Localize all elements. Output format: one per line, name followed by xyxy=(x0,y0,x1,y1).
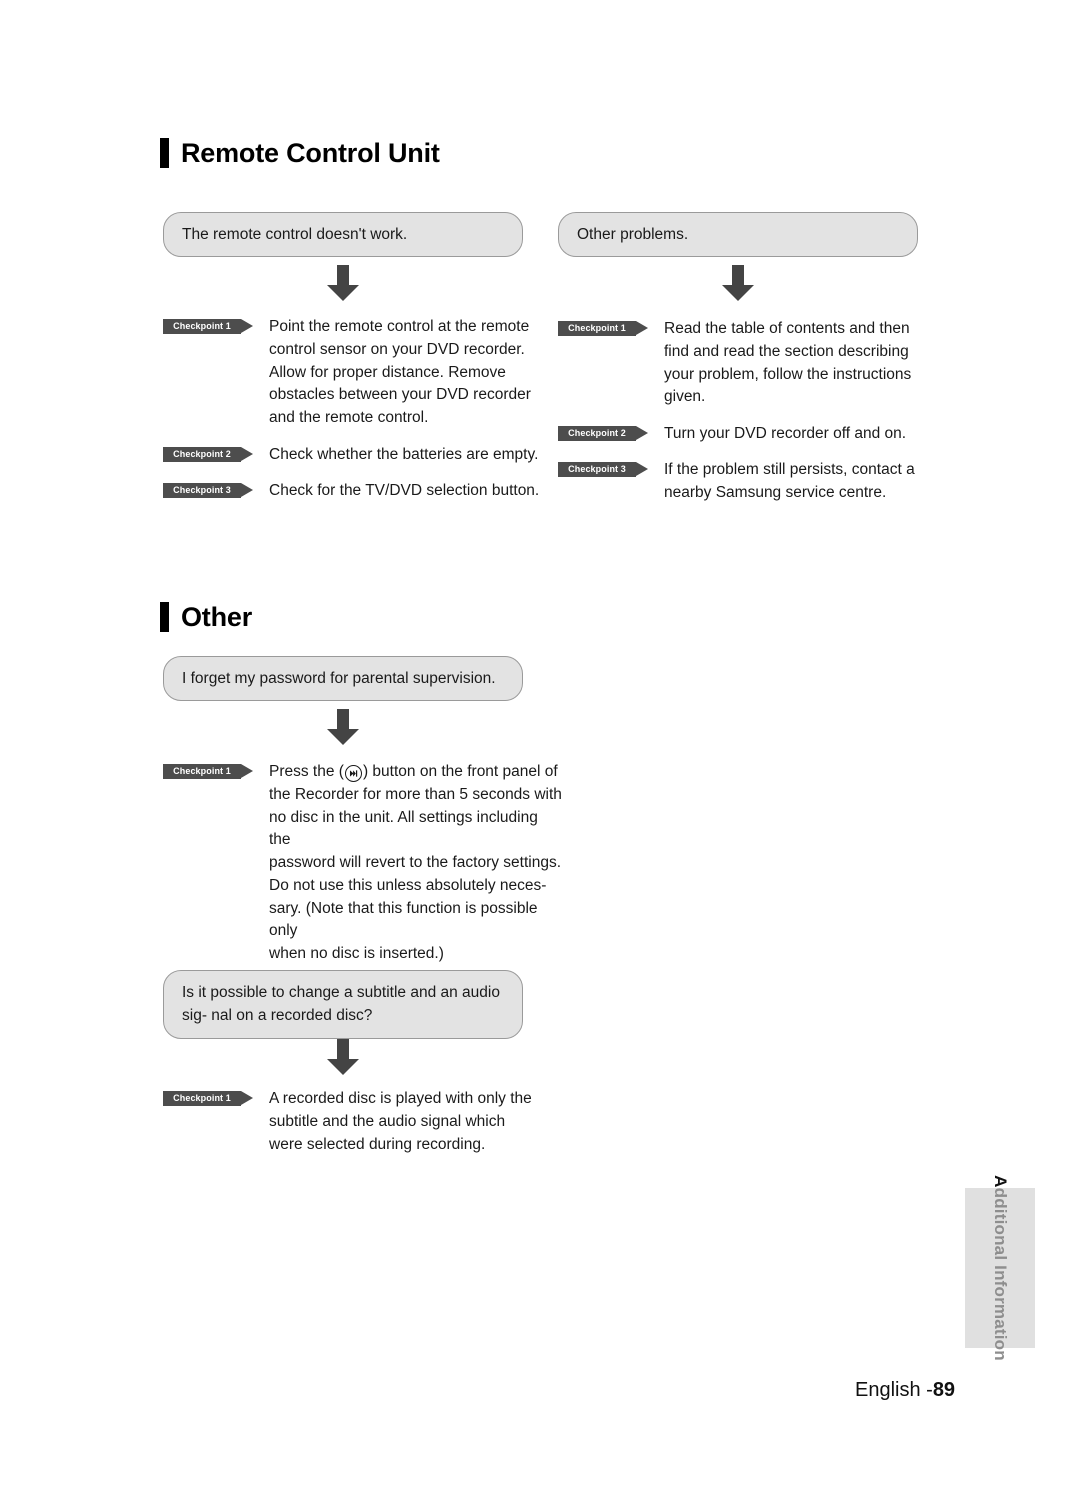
checkpoint-row: Checkpoint 1 Read the table of contents … xyxy=(558,318,938,409)
down-arrow-icon xyxy=(323,707,363,747)
skip-next-button-icon xyxy=(344,765,362,782)
down-arrow-icon xyxy=(323,1037,363,1077)
section-heading-remote-control-unit: Remote Control Unit xyxy=(160,138,440,168)
checkpoint-badge: Checkpoint 1 xyxy=(163,319,253,334)
checkpoint-row: Checkpoint 1 A recorded disc is played w… xyxy=(163,1088,543,1156)
side-tab-lead-letter: A xyxy=(991,1175,1011,1188)
checkpoint-text: A recorded disc is played with only the … xyxy=(269,1090,532,1153)
checkpoint-group-other-problems: Checkpoint 1 Read the table of contents … xyxy=(558,318,938,504)
page-title: Remote Control Unit xyxy=(181,137,440,168)
checkpoint-text: If the problem still persists, contact a… xyxy=(664,460,915,501)
footer-language-label: English - xyxy=(855,1379,933,1401)
question-box-remote-doesnt-work: The remote control doesn't work. xyxy=(163,212,523,258)
checkpoint-row: Checkpoint 2 Check whether the batteries… xyxy=(163,444,543,467)
section-heading-other: Other xyxy=(160,602,252,632)
checkpoint-text: Check for the TV/DVD selection button. xyxy=(269,481,540,499)
footer-page-indicator: English -89 xyxy=(855,1379,955,1402)
checkpoint-text: Read the table of contents and then find… xyxy=(664,320,912,406)
checkpoint-text: Check whether the batteries are empty. xyxy=(269,445,539,463)
document-page: Remote Control Unit The remote control d… xyxy=(0,0,1080,1494)
question-box-change-subtitle-audio: Is it possible to change a subtitle and … xyxy=(163,970,523,1039)
checkpoint-group-remote-doesnt-work: Checkpoint 1 Point the remote control at… xyxy=(163,316,543,502)
side-tab-label: Additional Information xyxy=(990,1175,1010,1361)
checkpoint-badge: Checkpoint 1 xyxy=(163,1091,253,1106)
down-arrow-icon xyxy=(718,263,758,303)
checkpoint-text: Turn your DVD recorder off and on. xyxy=(664,425,907,443)
checkpoint-badge: Checkpoint 2 xyxy=(163,446,253,462)
checkpoint-badge: Checkpoint 3 xyxy=(558,461,648,477)
question-box-forgot-password: I forget my password for parental superv… xyxy=(163,656,523,702)
checkpoint-badge: Checkpoint 1 xyxy=(558,321,648,336)
section-title-other: Other xyxy=(181,601,253,632)
checkpoint-group-change-subtitle-audio: Checkpoint 1 A recorded disc is played w… xyxy=(163,1088,543,1156)
checkpoint-row: Checkpoint 1 Point the remote control at… xyxy=(163,316,543,430)
checkpoint-row: Checkpoint 1 Press the ( ) button on the… xyxy=(163,761,563,966)
side-tab-rest-text: dditional Information xyxy=(991,1187,1011,1361)
heading-bar-icon xyxy=(160,602,169,632)
checkpoint-text-before-glyph: Press the ( xyxy=(269,763,344,780)
checkpoint-text: Point the remote control at the remote c… xyxy=(269,318,531,427)
checkpoint-text: Press the ( ) button on the front panel … xyxy=(269,761,563,966)
checkpoint-text-after-glyph: ) button on the front panel of the Recor… xyxy=(269,763,562,963)
checkpoint-group-forgot-password: Checkpoint 1 Press the ( ) button on the… xyxy=(163,761,563,966)
checkpoint-badge: Checkpoint 3 xyxy=(163,482,253,498)
checkpoint-badge: Checkpoint 1 xyxy=(163,764,253,779)
checkpoint-row: Checkpoint 2 Turn your DVD recorder off … xyxy=(558,423,938,446)
checkpoint-badge: Checkpoint 2 xyxy=(558,426,648,442)
heading-bar-icon xyxy=(160,138,169,168)
down-arrow-icon xyxy=(323,263,363,303)
side-tab-additional-information: Additional Information xyxy=(965,1175,1035,1361)
footer-page-number: 89 xyxy=(932,1379,956,1401)
checkpoint-row: Checkpoint 3 Check for the TV/DVD select… xyxy=(163,480,543,503)
question-box-other-problems: Other problems. xyxy=(558,212,918,258)
checkpoint-row: Checkpoint 3 If the problem still persis… xyxy=(558,459,938,505)
